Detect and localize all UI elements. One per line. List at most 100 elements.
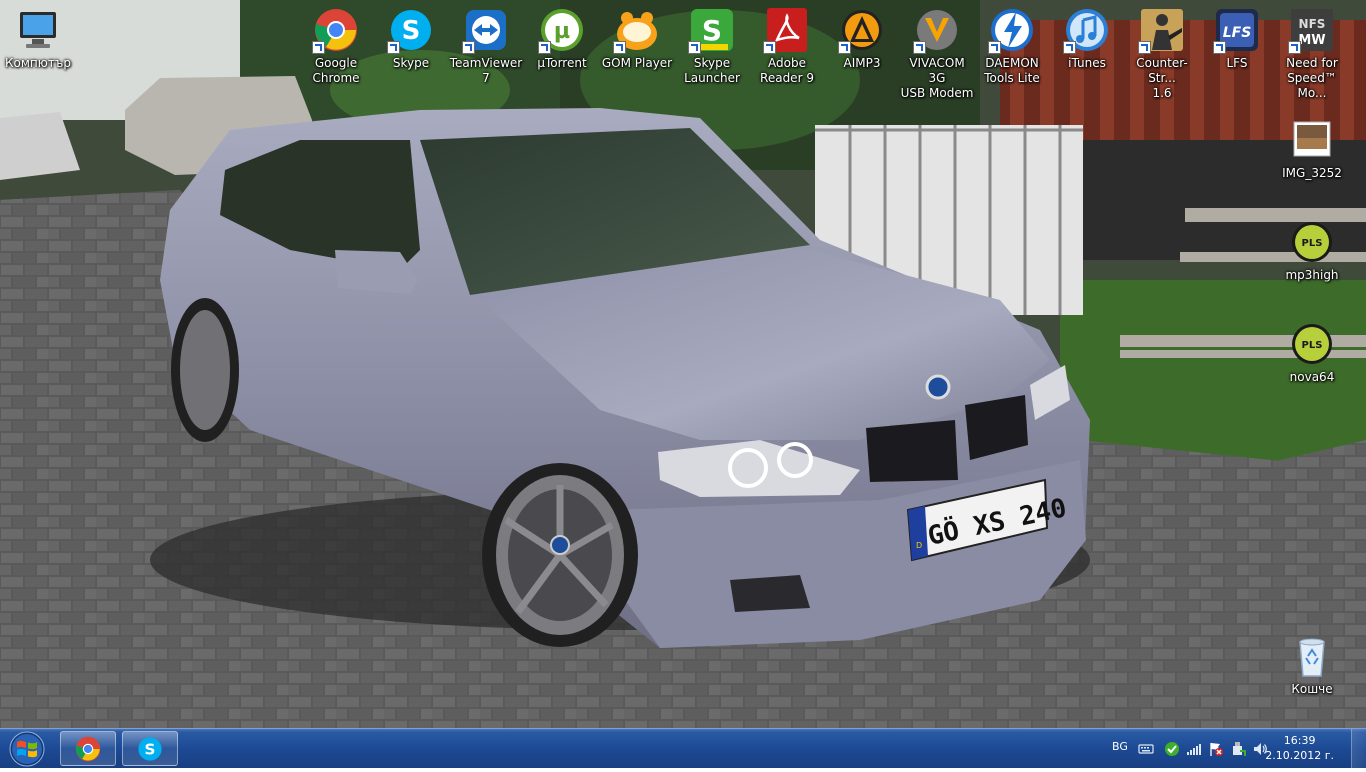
shortcut-arrow-icon bbox=[838, 41, 851, 54]
desktop-icon-skype[interactable]: S Skype bbox=[373, 6, 449, 71]
counter-strike-icon bbox=[1138, 6, 1186, 54]
daemon-tools-icon bbox=[988, 6, 1036, 54]
shortcut-arrow-icon bbox=[538, 41, 551, 54]
desktop-icon-teamviewer[interactable]: TeamViewer 7 bbox=[448, 6, 524, 86]
chrome-icon bbox=[75, 736, 101, 762]
svg-text:S: S bbox=[702, 14, 722, 47]
clock-date: 2.10.2012 г. bbox=[1265, 749, 1334, 762]
shortcut-arrow-icon bbox=[462, 41, 475, 54]
svg-text:NFS: NFS bbox=[1299, 17, 1326, 31]
skype-icon: S bbox=[387, 6, 435, 54]
action-center-flag-icon[interactable] bbox=[1208, 741, 1224, 757]
skype-icon: S bbox=[138, 737, 162, 761]
desktop-icon-gom-player[interactable]: GOM Player bbox=[599, 6, 675, 71]
svg-text:µ: µ bbox=[554, 19, 570, 44]
need-for-speed-icon: NFS MW bbox=[1288, 6, 1336, 54]
gom-player-icon bbox=[613, 6, 661, 54]
shortcut-arrow-icon bbox=[1213, 41, 1226, 54]
desktop-icon-label: VIVACOM 3G USB Modem bbox=[900, 56, 974, 100]
desktop-icon-utorrent[interactable]: µ µTorrent bbox=[524, 6, 600, 71]
security-check-icon[interactable] bbox=[1164, 741, 1180, 757]
shortcut-arrow-icon bbox=[763, 41, 776, 54]
desktop-icon-label: Need for Speed™ Mo... bbox=[1286, 56, 1338, 100]
aimp-icon bbox=[838, 6, 886, 54]
desktop-icon-label: Skype bbox=[392, 56, 430, 70]
shortcut-arrow-icon bbox=[1288, 41, 1301, 54]
shortcut-arrow-icon bbox=[913, 41, 926, 54]
shortcut-arrow-icon bbox=[1063, 41, 1076, 54]
skype-launcher-icon: S bbox=[688, 6, 736, 54]
desktop-icon-label: TeamViewer 7 bbox=[449, 56, 523, 85]
clock[interactable]: 16:39 2.10.2012 г. bbox=[1265, 733, 1334, 763]
desktop-icon-label: Counter-Str... 1.6 bbox=[1136, 56, 1188, 100]
recycle-bin-icon bbox=[1288, 632, 1336, 680]
desktop-icon-label: LFS bbox=[1226, 56, 1248, 70]
desktop-wallpaper: D GÖ XS 240 bbox=[0, 0, 1366, 728]
lfs-icon: LFS bbox=[1213, 6, 1261, 54]
desktop-icon-img-3252[interactable]: IMG_3252 bbox=[1274, 116, 1350, 181]
desktop-icon-label: Adobe Reader 9 bbox=[760, 56, 814, 85]
system-tray: BG 16:39 2.10.2012 г. bbox=[1086, 729, 1366, 769]
shortcut-arrow-icon bbox=[688, 41, 701, 54]
plate-country: D bbox=[916, 541, 922, 550]
desktop-icon-label: Skype Launcher bbox=[684, 56, 740, 85]
language-indicator[interactable]: BG bbox=[1112, 740, 1128, 756]
svg-text:S: S bbox=[402, 16, 421, 46]
desktop-icon-itunes[interactable]: iTunes bbox=[1049, 6, 1125, 71]
keyboard-icon[interactable] bbox=[1138, 741, 1154, 757]
desktop-icon-recycle-bin[interactable]: Кошче bbox=[1274, 632, 1350, 697]
pls-badge-text: PLS bbox=[1302, 238, 1323, 249]
desktop-icon-label: iTunes bbox=[1068, 56, 1106, 70]
signal-strength-icon[interactable] bbox=[1186, 741, 1202, 757]
shortcut-arrow-icon bbox=[613, 41, 626, 54]
teamviewer-icon bbox=[462, 6, 510, 54]
desktop-icon-label: µTorrent bbox=[537, 56, 587, 70]
shortcut-arrow-icon bbox=[988, 41, 1001, 54]
desktop-icon-counter-strike[interactable]: Counter-Str... 1.6 bbox=[1124, 6, 1200, 101]
vivacom-icon bbox=[913, 6, 961, 54]
utorrent-icon: µ bbox=[538, 6, 586, 54]
svg-text:LFS: LFS bbox=[1223, 25, 1252, 41]
svg-text:S: S bbox=[145, 740, 156, 758]
image-file-icon bbox=[1288, 116, 1336, 164]
desktop-icon-label: nova64 bbox=[1289, 370, 1335, 384]
desktop-icon-computer[interactable]: Компютър bbox=[0, 6, 76, 71]
windows-logo-icon bbox=[9, 731, 45, 767]
desktop-icon-skype-launcher[interactable]: S Skype Launcher bbox=[674, 6, 750, 86]
show-desktop-button[interactable] bbox=[1351, 729, 1366, 769]
clock-time: 16:39 bbox=[1283, 734, 1316, 747]
desktop-icon-label: Кошче bbox=[1291, 682, 1333, 696]
pls-playlist-icon: PLS bbox=[1288, 218, 1336, 266]
desktop-icon-label: DAEMON Tools Lite bbox=[984, 56, 1040, 85]
desktop-icon-vivacom[interactable]: VIVACOM 3G USB Modem bbox=[899, 6, 975, 101]
desktop-icon-label: Компютър bbox=[5, 56, 71, 70]
desktop-icon-adobe-reader[interactable]: Adobe Reader 9 bbox=[749, 6, 825, 86]
pls-playlist-icon: PLS bbox=[1288, 320, 1336, 368]
usb-device-icon[interactable] bbox=[1230, 741, 1246, 757]
desktop-icon-lfs[interactable]: LFS LFS bbox=[1199, 6, 1275, 71]
desktop-icon-mp3high[interactable]: PLS mp3high bbox=[1274, 218, 1350, 283]
desktop-icon-daemon-tools[interactable]: DAEMON Tools Lite bbox=[974, 6, 1050, 86]
svg-text:MW: MW bbox=[1298, 33, 1325, 48]
desktop-icon-nova64[interactable]: PLS nova64 bbox=[1274, 320, 1350, 385]
shortcut-arrow-icon bbox=[312, 41, 325, 54]
taskbar: S BG 16:39 2.10.2012 г. bbox=[0, 728, 1366, 769]
computer-icon bbox=[14, 6, 62, 54]
desktop-icon-aimp3[interactable]: AIMP3 bbox=[824, 6, 900, 71]
desktop-icon-label: IMG_3252 bbox=[1282, 166, 1342, 180]
desktop-icon-label: AIMP3 bbox=[843, 56, 881, 70]
desktop-icon-label: mp3high bbox=[1285, 268, 1339, 282]
shortcut-arrow-icon bbox=[1138, 41, 1151, 54]
desktop-icon-label: Google Chrome bbox=[312, 56, 360, 85]
desktop-icon-google-chrome[interactable]: Google Chrome bbox=[298, 6, 374, 86]
start-button[interactable] bbox=[2, 729, 52, 769]
taskbar-pinned-chrome[interactable] bbox=[60, 731, 116, 766]
desktop-icon-need-for-speed[interactable]: NFS MW Need for Speed™ Mo... bbox=[1274, 6, 1350, 101]
pls-badge-text: PLS bbox=[1302, 340, 1323, 351]
taskbar-pinned-skype[interactable]: S bbox=[122, 731, 178, 766]
shortcut-arrow-icon bbox=[387, 41, 400, 54]
adobe-reader-icon bbox=[763, 6, 811, 54]
chrome-icon bbox=[312, 6, 360, 54]
itunes-icon bbox=[1063, 6, 1111, 54]
desktop-icon-label: GOM Player bbox=[601, 56, 673, 70]
